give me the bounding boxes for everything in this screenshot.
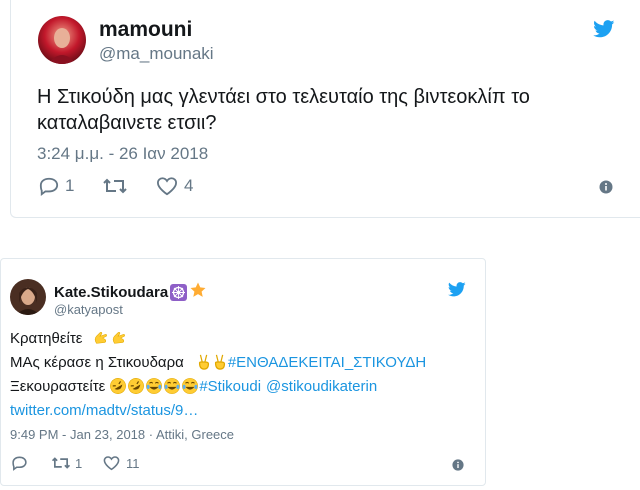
- action-bar: 1 11: [11, 455, 140, 471]
- user-handle[interactable]: @katyapost: [54, 302, 123, 317]
- avatar[interactable]: [38, 16, 86, 64]
- info-icon[interactable]: [599, 180, 613, 199]
- hashtag-link[interactable]: #Stikoudi: [199, 378, 261, 395]
- hashtag-link[interactable]: #ΕΝΘΑΔΕΚΕΙΤΑΙ_ΣΤΙΚΟΥΔΗ: [228, 354, 426, 371]
- like-count: 4: [184, 176, 194, 195]
- tweet-url-link[interactable]: twitter.com/madtv/status/9…: [10, 402, 198, 419]
- like-heart-icon: [156, 177, 178, 196]
- rofl-emoji: [109, 377, 127, 395]
- tears-of-joy-emoji: [181, 377, 199, 395]
- like-heart-icon: [103, 456, 120, 471]
- like-count: 11: [126, 455, 140, 471]
- tweet-text-line-2: ΜΑς κέρασε η Στικουδαρα #ΕΝΘΑΔΕΚΕΙΤΑΙ_ΣΤ…: [10, 353, 426, 371]
- line3-text: Ξεκουραστείτε: [10, 377, 106, 395]
- twitter-bird-icon[interactable]: [447, 282, 466, 302]
- star-icon: [189, 281, 207, 304]
- raised-hand-emoji: [110, 329, 128, 347]
- user-handle[interactable]: @ma_mounaki: [99, 44, 214, 64]
- retweet-icon: [51, 457, 71, 469]
- reply-icon: [39, 177, 59, 196]
- timestamp[interactable]: 3:24 μ.μ. - 26 Ιαν 2018: [37, 144, 208, 164]
- tweet-card-kate-stikoudara: Kate.Stikoudara @katyapost Κρατηθείτε ΜΑ…: [0, 258, 486, 486]
- retweet-button[interactable]: 1: [51, 455, 103, 471]
- dharma-wheel-icon: [170, 284, 188, 301]
- tears-of-joy-emoji: [145, 377, 163, 395]
- tweet-text-line-2: καταλαβαινετε ετσιι?: [37, 112, 217, 134]
- reply-count: 1: [65, 176, 75, 195]
- line1-text: Κρατηθείτε: [10, 329, 83, 347]
- retweet-button[interactable]: [102, 176, 156, 196]
- avatar[interactable]: [10, 279, 46, 315]
- tweet-text-line-1: Η Στικούδη μας γλεντάει στο τελευταίο τη…: [37, 86, 530, 108]
- raised-hand-emoji: [92, 329, 110, 347]
- line2-text: ΜΑς κέρασε η Στικουδαρα: [10, 353, 184, 371]
- timestamp[interactable]: 9:49 PM - Jan 23, 2018 · Attiki, Greece: [10, 427, 234, 442]
- reply-button[interactable]: 1: [38, 176, 102, 196]
- tweet-text-line-1: Κρατηθείτε: [10, 329, 128, 347]
- victory-hand-emoji: [212, 353, 228, 371]
- tears-of-joy-emoji: [163, 377, 181, 395]
- info-icon[interactable]: [452, 458, 464, 476]
- display-name[interactable]: Kate.Stikoudara: [54, 284, 168, 301]
- mention-link[interactable]: @stikoudikaterin: [266, 378, 377, 395]
- reply-icon: [12, 456, 27, 471]
- like-button[interactable]: 4: [156, 176, 193, 196]
- retweet-count: 1: [75, 455, 83, 471]
- retweet-icon: [103, 178, 127, 194]
- tweet-text-line-3: Ξεκουραστείτε #Stikoudi @stikoudikaterin: [10, 377, 377, 395]
- victory-hand-emoji: [196, 353, 212, 371]
- reply-button[interactable]: [11, 455, 51, 471]
- rofl-emoji: [127, 377, 145, 395]
- action-bar: 1 4: [38, 176, 193, 196]
- twitter-bird-icon[interactable]: [593, 20, 615, 43]
- like-button[interactable]: 11: [103, 455, 140, 471]
- tweet-card-mamouni: mamouni @ma_mounaki Η Στικούδη μας γλεντ…: [10, 0, 640, 218]
- display-name[interactable]: mamouni: [99, 18, 192, 42]
